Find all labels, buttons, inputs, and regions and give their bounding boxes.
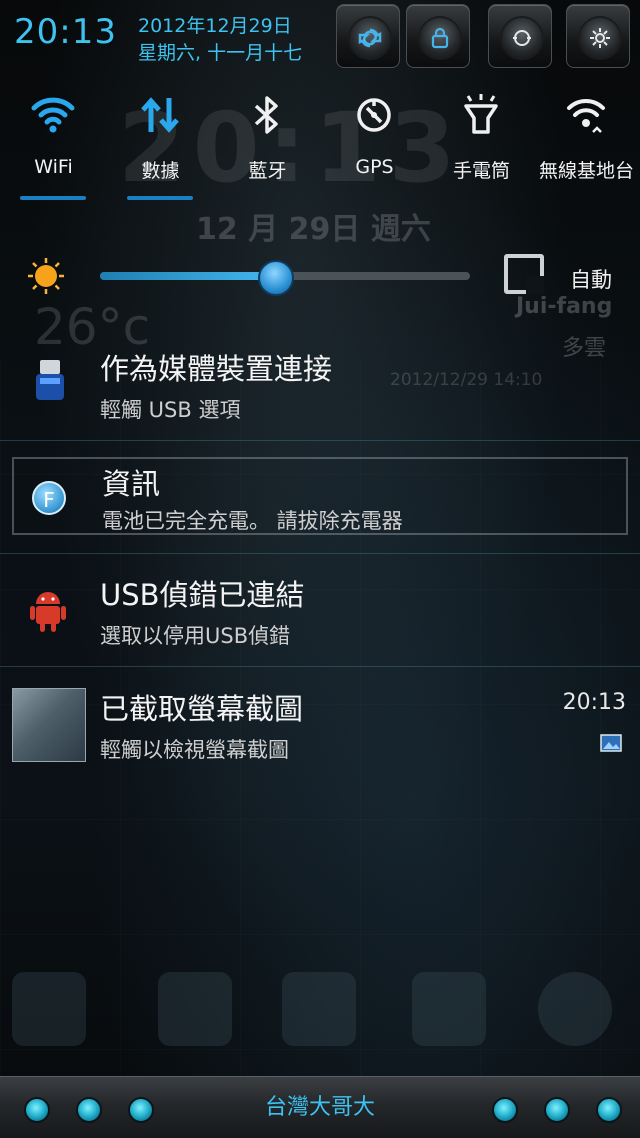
toggle-label: WiFi [34,156,73,178]
toggle-gps[interactable]: GPS [321,84,428,202]
notification-usb-media[interactable]: 作為媒體裝置連接 輕觸 USB 選項 [0,330,640,442]
toggle-hotspot[interactable]: 無線基地台 [533,84,640,202]
rotate-icon [500,16,544,60]
indicator-dot [492,1097,518,1123]
toggle-label: 數據 [141,160,180,182]
gps-icon [357,98,391,132]
notification-subtitle: 輕觸以檢視螢幕截圖 [100,738,289,762]
lock-button[interactable] [406,4,470,68]
notification-title: 資訊 [102,467,161,501]
notification-title: 作為媒體裝置連接 [100,352,333,386]
notification-info[interactable]: F 資訊 電池已完全充電。 請拔除充電器 [12,457,628,535]
brightness-knob[interactable] [257,260,294,296]
toggle-label: GPS [355,156,394,178]
hotspot-icon [567,98,605,133]
contacts-icon [158,972,232,1046]
data-icon [141,97,179,133]
brightness-slider[interactable] [100,260,470,296]
notification-title: USB偵錯已連結 [100,578,305,612]
snote-icon [282,972,356,1046]
toggle-label: 無線基地台 [538,160,634,182]
messages-icon [412,972,486,1046]
auto-brightness-label: 自動 [570,268,612,292]
auto-brightness-checkbox[interactable] [504,254,544,294]
toggle-label: 藍牙 [248,160,287,182]
toggle-data[interactable]: 數據 [107,84,214,202]
usb-icon [36,360,64,400]
info-f-icon: F [32,481,66,515]
gallery-icon [600,734,622,752]
bluetooth-icon [254,96,278,134]
notification-screenshot[interactable]: 已截取螢幕截圖 輕觸以檢視螢幕截圖 20:13 [0,670,640,782]
notification-subtitle: 輕觸 USB 選項 [100,398,241,422]
sun-icon [28,258,64,294]
divider [0,666,640,667]
carrier-bar[interactable]: 台灣大哥大 [0,1076,640,1138]
shade-header: 20:13 2012年12月29日 星期六, 十一月十七 [0,0,640,72]
apps-icon [538,972,612,1046]
toggle-wifi[interactable]: WiFi [0,84,107,202]
brightness-fill [100,272,274,280]
lock-icon [418,16,462,60]
divider [0,553,640,554]
divider [0,440,640,441]
settings-icon [578,16,622,60]
toggle-indicator [127,196,193,200]
sync-button[interactable] [336,4,400,68]
notification-subtitle: 選取以停用USB偵錯 [100,624,291,648]
status-clock: 20:13 [14,12,117,52]
flashlight-icon [464,94,498,134]
date-line: 2012年12月29日 [138,15,292,37]
settings-button[interactable] [566,4,630,68]
wallpaper-date: 12 月 29日 週六 [196,212,431,247]
toggle-label: 手電筒 [452,160,510,182]
android-icon [30,592,66,632]
toggle-bluetooth[interactable]: 藍牙 [214,84,321,202]
notification-title: 已截取螢幕截圖 [100,692,304,726]
brightness-control: 自動 [0,248,640,308]
toggle-indicator [20,196,86,200]
screenshot-thumbnail [12,688,86,762]
indicator-dot [596,1097,622,1123]
wifi-icon [31,97,75,133]
notification-time: 20:13 [562,690,626,715]
rotate-button[interactable] [488,4,552,68]
phone-icon [12,972,86,1046]
notification-shade: 20:13 12 月 29日 週六 26°c Jui-fang 多雲 2012/… [0,0,640,1138]
sync-icon [348,16,392,60]
notification-subtitle: 電池已完全充電。 請拔除充電器 [102,509,403,533]
quick-toggles: WiFi 數據 藍牙 GPS 手電筒 無線基地台 [0,84,640,204]
toggle-flashlight[interactable]: 手電筒 [428,84,535,202]
notification-usb-debugging[interactable]: USB偵錯已連結 選取以停用USB偵錯 [0,556,640,668]
lunar-date-line: 星期六, 十一月十七 [138,42,303,64]
indicator-dot [544,1097,570,1123]
